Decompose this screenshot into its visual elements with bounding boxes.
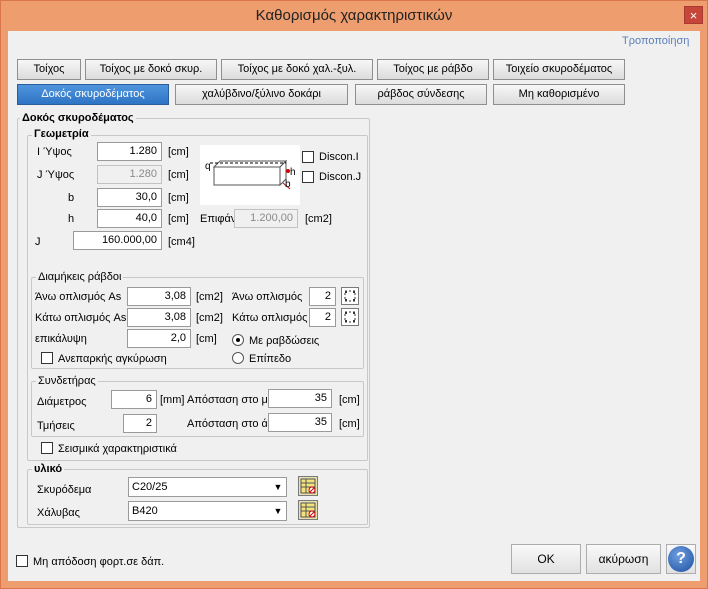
bottom-count-label: Κάτω οπλισμός [232,312,308,324]
material-title: υλικό [32,463,65,475]
discon-j-checkbox[interactable] [302,171,314,183]
b-input[interactable]: 30,0 [97,188,162,207]
concrete-select[interactable]: C20/25 ▼ [128,477,287,497]
tab-steel-wood-beam[interactable]: χαλύβδινο/ξύλινο δοκάρι [175,84,348,105]
top-count-label: Άνω οπλισμός [232,291,303,303]
bottom-rebar-input[interactable]: 3,08 [127,308,191,327]
area-unit: [cm2] [305,213,332,225]
tab-wall-concrete-beam[interactable]: Τοίχος με δοκό σκυρ. [85,59,217,80]
i-height-label: I Ύψος [37,146,72,158]
area-input: 1.200,00 [234,209,298,228]
discon-i-checkbox[interactable] [302,151,314,163]
diameter-input[interactable]: 6 [111,390,157,409]
anchorage-checkbox[interactable] [41,352,53,364]
tab-wall-steel-wood-beam[interactable]: Τοίχος με δοκό χαλ.-ξυλ. [221,59,373,80]
title-bar[interactable]: Καθορισμός χαρακτηριστικών × [1,1,707,31]
j-height-unit: [cm] [168,169,189,181]
top-count-input[interactable]: 2 [309,287,336,306]
diagram-h-label: h [290,167,296,178]
j-inertia-input[interactable]: 160.000,00 [73,231,162,250]
steel-label: Χάλυβας [37,507,80,519]
b-label: b [68,192,75,204]
help-button[interactable]: ? [666,544,696,574]
seismic-label: Σεισμικά χαρακτηριστικά [58,443,177,455]
top-rebar-unit: [cm2] [196,291,223,303]
spacing-end-input[interactable]: 35 [268,413,332,432]
geometry-title: Γεωμετρία [32,128,91,140]
plain-radio[interactable] [232,352,244,364]
steel-select[interactable]: B420 ▼ [128,501,287,521]
modify-link[interactable]: Τροποποίηση [622,35,689,47]
cancel-button[interactable]: ακύρωση [586,544,661,574]
help-icon: ? [668,546,694,572]
ok-button[interactable]: OK [511,544,581,574]
dialog-body: Τροποποίηση Τοίχος Τοίχος με δοκό σκυρ. … [8,31,700,581]
j-height-label: J Ύψος [37,169,75,181]
h-label: h [68,213,75,225]
bottom-count-input[interactable]: 2 [309,308,336,327]
top-rebar-layout-icon[interactable] [341,287,359,305]
b-unit: [cm] [168,192,189,204]
spacing-end-unit: [cm] [339,418,360,430]
close-button[interactable]: × [684,6,703,24]
bottom-rebar-layout-icon[interactable] [341,308,359,326]
concrete-library-icon[interactable] [298,476,318,496]
seismic-checkbox[interactable] [41,442,53,454]
cover-input[interactable]: 2,0 [127,329,191,348]
h-input[interactable]: 40,0 [97,209,162,228]
top-rebar-label: Άνω οπλισμός As [35,291,122,303]
i-height-input[interactable]: 1.280 [97,142,162,161]
spacing-mid-unit: [cm] [339,394,360,406]
tab-wall[interactable]: Τοίχος [17,59,81,80]
window-title: Καθορισμός χαρακτηριστικών [255,7,453,24]
beam-diagram-icon [210,159,291,190]
chevron-down-icon: ▼ [273,482,283,492]
spacing-end-label: Απόσταση στο άκ [187,418,267,430]
tab-undefined[interactable]: Μη καθορισμένο [493,84,625,105]
discon-j-label: Discon.J [319,171,362,183]
ribbed-radio[interactable] [232,334,244,346]
legs-label: Τμήσεις [37,420,75,432]
h-unit: [cm] [168,213,189,225]
no-load-checkbox[interactable] [16,555,28,567]
rebar-title: Διαμήκεις ράβδοι [36,271,124,283]
area-label: Επιφάν [200,213,237,225]
beam-section-diagram [200,145,300,205]
tab-link-bar[interactable]: ράβδος σύνδεσης [355,84,487,105]
plain-label: Επίπεδο [249,353,292,365]
stirrups-title: Συνδετήρας [36,375,98,387]
concrete-label: Σκυρόδεμα [37,484,92,496]
spacing-mid-label: Απόσταση στο μέ [187,394,267,406]
diameter-label: Διάμετρος [37,396,87,408]
anchorage-label: Ανεπαρκής αγκύρωση [58,353,167,365]
tab-concrete-wall-element[interactable]: Τοιχείο σκυροδέματος [493,59,625,80]
i-height-unit: [cm] [168,146,189,158]
section-title: Δοκός σκυροδέματος [20,112,136,124]
j-inertia-unit: [cm4] [168,236,195,248]
steel-library-icon[interactable] [298,500,318,520]
cover-label: επικάλυψη [35,333,87,345]
diagram-q-label: q [205,161,211,172]
ribbed-label: Με ραβδώσεις [249,335,320,347]
no-load-label: Μη απόδοση φορτ.σε δάπ. [33,556,165,568]
j-height-input[interactable]: 1.280 [97,165,162,184]
discon-i-label: Discon.I [319,151,359,163]
j-inertia-label: J [35,236,41,248]
steel-value: B420 [132,505,158,517]
tab-concrete-beam[interactable]: Δοκός σκυροδέματος [17,84,169,105]
bottom-rebar-unit: [cm2] [196,312,223,324]
concrete-value: C20/25 [132,481,168,493]
legs-input[interactable]: 2 [123,414,157,433]
cover-unit: [cm] [196,333,217,345]
diagram-b-label: b [285,179,291,190]
chevron-down-icon: ▼ [273,506,283,516]
top-rebar-input[interactable]: 3,08 [127,287,191,306]
spacing-mid-input[interactable]: 35 [268,389,332,408]
tab-wall-bar[interactable]: Τοίχος με ράβδο [377,59,489,80]
bottom-rebar-label: Κάτω οπλισμός As [35,312,127,324]
diameter-unit: [mm] [160,394,185,406]
